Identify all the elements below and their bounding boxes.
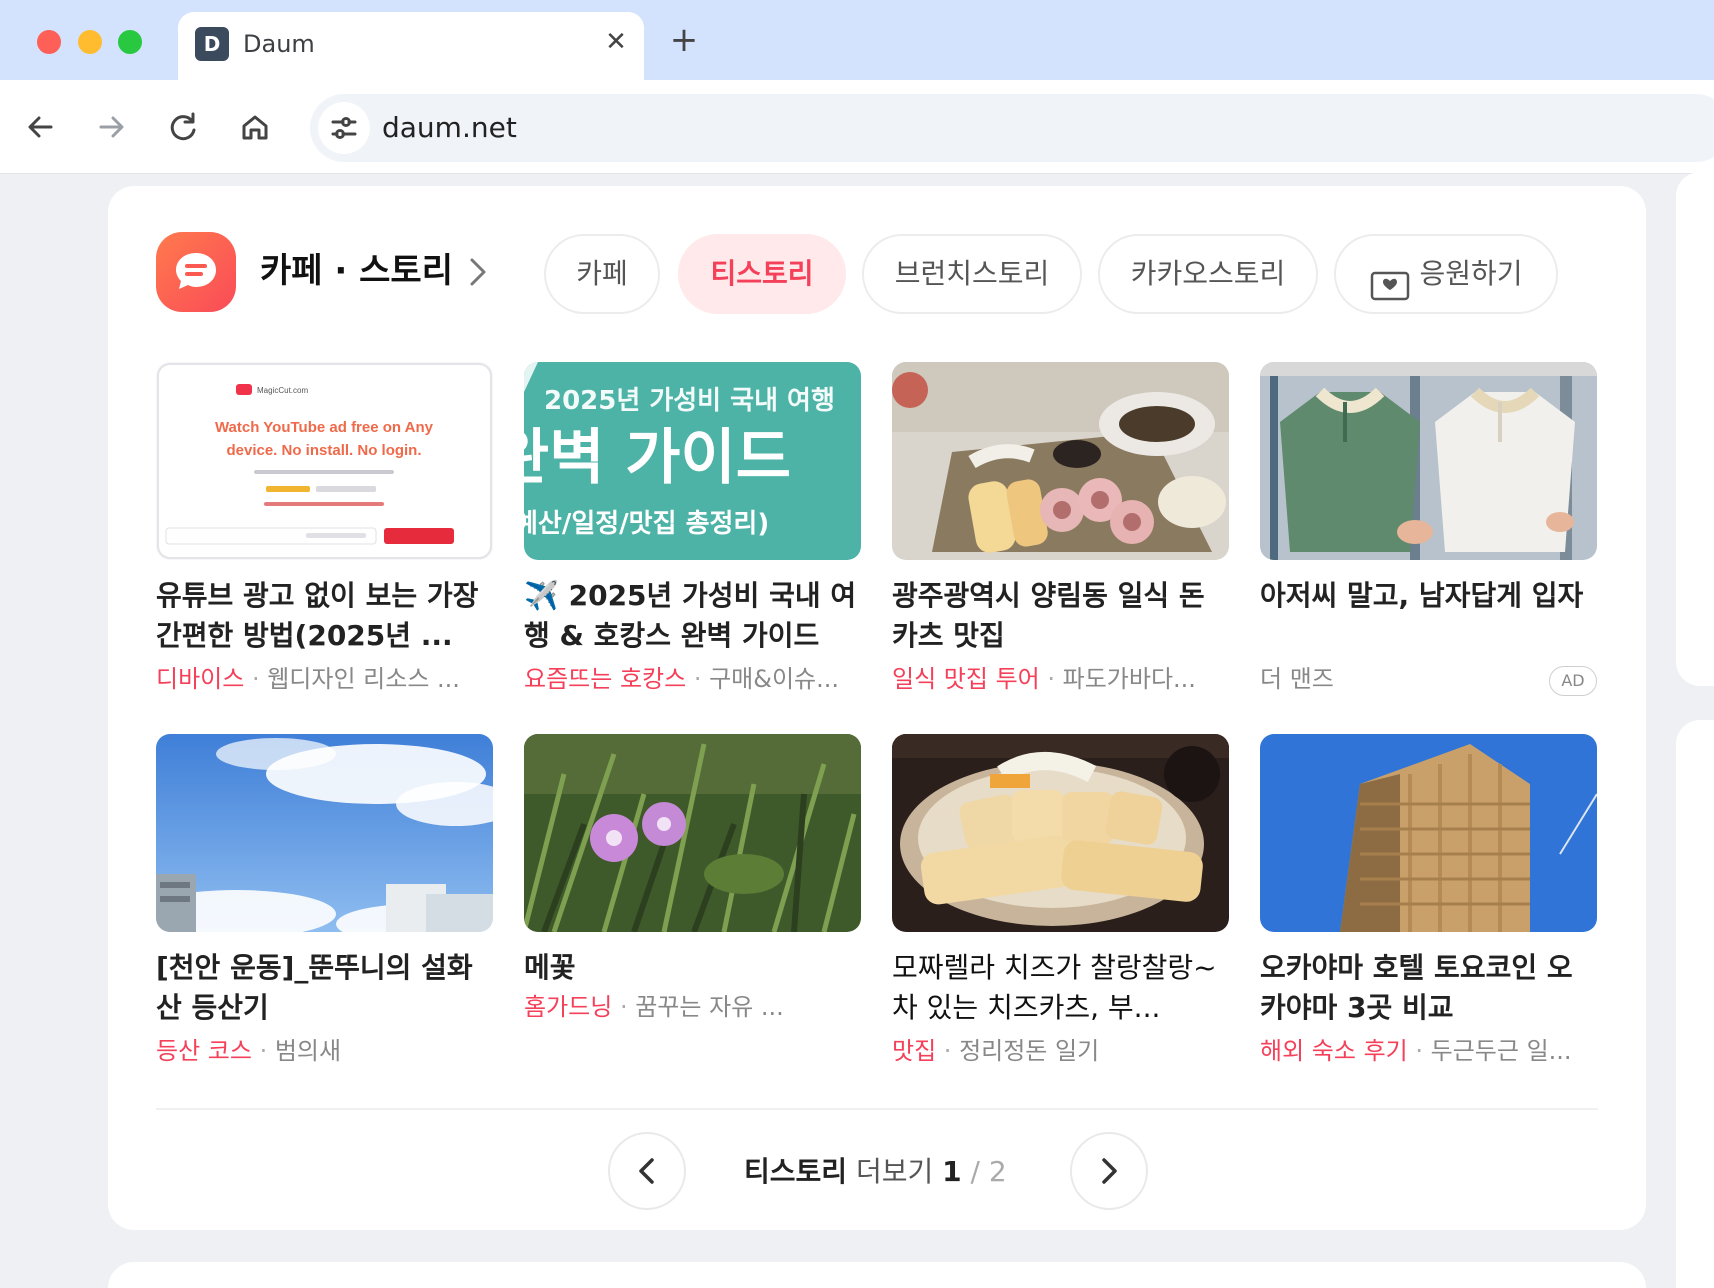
post-thumbnail [156,734,493,932]
tab-support-label: 응원하기 [1419,257,1523,290]
post-source[interactable]: 구매&이슈... [709,665,839,693]
post-category[interactable]: 홈가드닝 [524,993,612,1021]
site-info-button[interactable] [318,102,370,154]
chat-bubble-icon [156,232,236,312]
post-meta: 맛집 · 정리정돈 일기 [892,1037,1100,1065]
pager-more-label: 더보기 [855,1155,934,1188]
chevron-right-icon [1102,1158,1117,1184]
pager-label[interactable]: 티스토리 더보기 1 / 2 [744,1152,1007,1192]
post-title[interactable]: 오카야마 호텔 토요코인 오카야마 3곳 비교 [1260,948,1597,1028]
pager-section-label: 티스토리 [744,1155,848,1188]
pager-separator: / [970,1155,980,1188]
post-title[interactable]: 아저씨 말고, 남자답게 입자 [1260,576,1597,616]
url-text: daum.net [382,111,517,144]
window-close-button[interactable] [37,30,61,54]
pager-next-button[interactable] [1070,1132,1148,1210]
post-title[interactable]: [천안 운동]_뚠뚜니의 설화산 등산기 [156,948,493,1028]
window-minimize-button[interactable] [78,30,102,54]
post-category[interactable]: 등산 코스 [156,1037,252,1065]
home-icon [242,115,268,140]
post-title[interactable]: 메꽃 [524,948,861,988]
post-source[interactable]: 더 맨즈 [1260,665,1334,693]
post-thumbnail: 2025년 가성비 국내 여행 완벽 가이드 예산/일정/맛집 총정리) [524,362,861,560]
chevron-left-icon [639,1158,654,1184]
post-meta: 해외 숙소 후기 · 두근두근 일... [1260,1037,1572,1065]
tab-tistory[interactable]: 티스토리 [678,234,846,314]
section-divider [156,1108,1598,1110]
thumb-line-3: 예산/일정/맛집 총정리) [524,509,769,539]
post-thumbnail [892,734,1229,932]
post-thumbnail: MagicCut.com Watch YouTube ad free on An… [156,362,493,560]
reload-icon [170,112,196,141]
browser-tab-daum[interactable]: D Daum ✕ [178,12,644,80]
post-source[interactable]: 범의새 [275,1037,341,1065]
post-thumbnail [1260,362,1597,560]
thumb-line-2: 완벽 가이드 [524,423,791,493]
pager-current: 1 [942,1155,962,1188]
thumb-headline-2: device. No install. No login. [226,442,421,459]
post-source[interactable]: 웹디자인 리소스 ... [267,665,460,693]
post-title[interactable]: 모짜렐라 치즈가 찰랑찰랑~ 차 있는 치즈카츠, 부... [892,948,1229,1028]
arrow-left-icon [28,116,53,138]
post-meta: 홈가드닝 · 꿈꾸는 자유 ... [524,993,784,1021]
tune-sliders-icon [331,117,357,139]
post-title[interactable]: ✈️ 2025년 가성비 국내 여행 & 호캉스 완벽 가이드 [524,576,861,656]
pager-total: 2 [988,1155,1007,1188]
post-category[interactable]: 디바이스 [156,665,244,693]
pager-prev-button[interactable] [608,1132,686,1210]
daum-favicon-icon: D [195,27,229,61]
tab-title: Daum [243,30,315,58]
thumb-brand-text: MagicCut.com [257,386,308,395]
post-meta: 더 맨즈 [1260,662,1597,696]
address-bar[interactable]: daum.net [310,94,1714,162]
tab-support[interactable]: 응원하기 [1334,234,1558,314]
tab-close-icon[interactable]: ✕ [598,24,634,60]
thumb-line-1: 2025년 가성비 국내 여행 [544,386,835,416]
back-button[interactable] [18,104,64,150]
forward-button[interactable] [88,104,134,150]
tab-brunch-story[interactable]: 브런치스토리 [862,234,1082,314]
next-section-card [108,1262,1646,1288]
post-category[interactable]: 요즘뜨는 호캉스 [524,665,686,693]
browser-tab-strip: D Daum ✕ + [0,0,1714,80]
post-thumbnail [524,734,861,932]
post-source[interactable]: 정리정돈 일기 [959,1037,1099,1065]
reload-button[interactable] [160,104,206,150]
thumb-headline-1: Watch YouTube ad free on Any [215,419,434,436]
section-title[interactable]: 카페 · 스토리 [260,248,453,294]
arrow-right-icon [99,116,124,138]
side-panel-card [1676,172,1714,686]
post-meta: 등산 코스 · 범의새 [156,1037,342,1065]
post-title[interactable]: 유튜브 광고 없이 보는 가장 간편한 방법(2025년 ... [156,576,493,656]
post-category[interactable]: 일식 맛집 투어 [892,665,1040,693]
tab-cafe[interactable]: 카페 [544,234,660,314]
post-category[interactable]: 맛집 [892,1037,936,1065]
post-meta: 디바이스 · 웹디자인 리소스 ... [156,665,460,693]
post-thumbnail [892,362,1229,560]
post-meta: 요즘뜨는 호캉스 · 구매&이슈... [524,665,840,693]
cafe-story-section: 카페 · 스토리 카페 티스토리 브런치스토리 카카오스토리 응원하기 Magi… [108,186,1646,1230]
chevron-right-icon[interactable] [466,252,490,292]
post-source[interactable]: 꿈꾸는 자유 ... [635,993,784,1021]
post-thumbnail [1260,734,1597,932]
gift-card-icon [1369,255,1411,301]
post-source[interactable]: 파도가바다... [1063,665,1196,693]
ad-badge: AD [1549,666,1597,696]
post-category[interactable]: 해외 숙소 후기 [1260,1037,1408,1065]
browser-toolbar: daum.net [0,80,1714,174]
tab-kakao-story[interactable]: 카카오스토리 [1098,234,1318,314]
window-maximize-button[interactable] [118,30,142,54]
new-tab-button[interactable]: + [664,20,704,60]
post-title[interactable]: 광주광역시 양림동 일식 돈카츠 맛집 [892,576,1229,656]
post-source[interactable]: 두근두근 일... [1431,1037,1572,1065]
home-button[interactable] [232,104,278,150]
side-panel-card [1676,720,1714,1288]
post-meta: 일식 맛집 투어 · 파도가바다... [892,665,1196,693]
